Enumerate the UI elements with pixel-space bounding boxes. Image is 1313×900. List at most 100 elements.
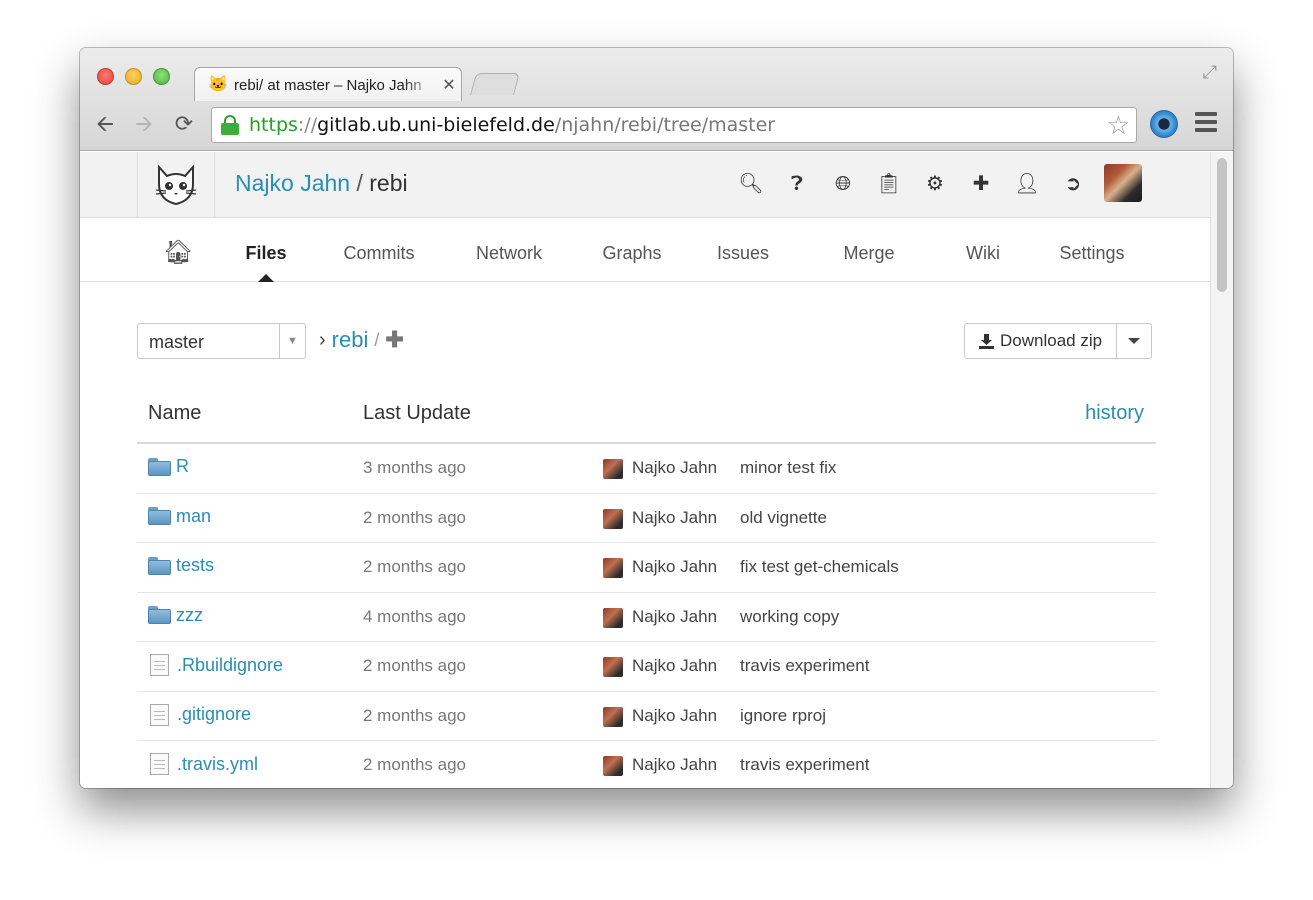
forward-button[interactable]: 🡪 <box>130 110 158 138</box>
file-icon <box>150 654 169 676</box>
file-name-link[interactable]: tests <box>176 555 214 576</box>
commit-message[interactable]: minor test fix <box>740 458 836 478</box>
table-row: .travis.yml 2 months ago Najko Jahn trav… <box>137 741 1156 788</box>
nav-home[interactable]: 🏠︎ <box>163 218 193 282</box>
snippets-icon[interactable]: 📋︎ <box>866 170 912 198</box>
vertical-scrollbar[interactable] <box>1210 152 1233 788</box>
commit-message[interactable]: travis experiment <box>740 755 869 775</box>
chevron-down-icon: ▼ <box>279 324 305 358</box>
profile-icon[interactable]: 👤︎ <box>1004 170 1050 198</box>
commit-message[interactable]: fix test get-chemicals <box>740 557 899 577</box>
browser-menu-icon[interactable] <box>1195 112 1217 134</box>
tab-graphs[interactable]: Graphs <box>594 218 670 282</box>
globe-icon[interactable]: 🌐︎ <box>820 170 866 198</box>
file-icon <box>150 753 169 775</box>
page-content: Najko Jahn / rebi 🔍︎ ❓︎ 🌐︎ 📋︎ ⚙ ✚ 👤︎ ➲ 🏠… <box>80 152 1210 788</box>
project-repo-name[interactable]: rebi <box>369 170 407 196</box>
author-avatar <box>603 459 623 479</box>
reload-button[interactable]: ⟳ <box>170 110 198 138</box>
help-icon[interactable]: ❓︎ <box>774 170 820 198</box>
title-separator: / <box>356 170 363 196</box>
gitlab-logo[interactable] <box>137 152 215 218</box>
commit-author[interactable]: Najko Jahn <box>632 508 717 528</box>
branch-select[interactable]: master ▼ <box>137 323 306 359</box>
history-link[interactable]: history <box>1085 402 1144 425</box>
address-bar[interactable]: https://gitlab.ub.uni-bielefeld.de/njahn… <box>211 107 1137 143</box>
download-zip-label: Download zip <box>1000 331 1103 350</box>
close-window-button[interactable] <box>97 68 114 85</box>
new-project-icon[interactable]: ✚ <box>958 170 1004 198</box>
commit-author[interactable]: Najko Jahn <box>632 458 717 478</box>
tab-commits[interactable]: Commits <box>334 218 424 282</box>
folder-icon <box>148 556 171 575</box>
download-button-group: Download zip <box>964 323 1153 359</box>
admin-gears-icon[interactable]: ⚙ <box>912 170 958 198</box>
bookmark-star-icon[interactable]: ☆ <box>1107 111 1130 139</box>
file-name-cell: tests <box>148 555 214 576</box>
search-icon[interactable]: 🔍︎ <box>728 170 774 198</box>
tab-merge[interactable]: Merge <box>836 218 902 282</box>
download-options-dropdown[interactable] <box>1117 324 1151 358</box>
table-body: R 3 months ago Najko Jahn minor test fix… <box>137 444 1156 788</box>
commit-message[interactable]: travis experiment <box>740 656 869 676</box>
file-name-cell: R <box>148 456 189 477</box>
last-update-date: 4 months ago <box>363 606 467 626</box>
extension-icon[interactable] <box>1150 110 1178 138</box>
table-row: zzz 4 months ago Najko Jahn working copy <box>137 593 1156 642</box>
commit-author[interactable]: Najko Jahn <box>632 557 717 577</box>
breadcrumb-separator: / <box>374 329 380 350</box>
tab-network[interactable]: Network <box>466 218 552 282</box>
last-update-date: 2 months ago <box>363 656 467 675</box>
table-header: Name Last Update history <box>137 388 1156 444</box>
tab-settings[interactable]: Settings <box>1052 218 1132 282</box>
url-path: /njahn/rebi/tree/master <box>554 114 776 136</box>
minimize-window-button[interactable] <box>125 68 142 85</box>
file-name-link[interactable]: .travis.yml <box>177 754 258 775</box>
logout-icon[interactable]: ➲ <box>1050 170 1096 198</box>
last-update-date: 2 months ago <box>363 705 467 725</box>
author-avatar <box>603 607 623 628</box>
zoom-window-button[interactable] <box>153 68 170 85</box>
tab-files[interactable]: Files <box>236 218 296 282</box>
file-name-link[interactable]: .gitignore <box>177 704 251 725</box>
add-file-icon[interactable]: ✚ <box>385 327 403 353</box>
main-nav: 🏠︎ Files Commits Network Graphs Issues M… <box>80 218 1210 282</box>
project-title: Najko Jahn / rebi <box>235 170 408 197</box>
secure-lock-icon <box>221 115 239 135</box>
file-name-link[interactable]: .Rbuildignore <box>177 655 283 676</box>
commit-message[interactable]: old vignette <box>740 508 827 528</box>
file-name-link[interactable]: man <box>176 506 211 527</box>
project-owner-link[interactable]: Najko Jahn <box>235 170 350 196</box>
breadcrumb: › rebi / ✚ <box>319 325 404 355</box>
url-text[interactable]: https://gitlab.ub.uni-bielefeld.de/njahn… <box>249 114 775 136</box>
caret-down-icon <box>1128 338 1141 344</box>
header-icon-bar: 🔍︎ ❓︎ 🌐︎ 📋︎ ⚙ ✚ 👤︎ ➲ <box>728 170 1096 198</box>
tab-wiki[interactable]: Wiki <box>958 218 1008 282</box>
tab-close-icon[interactable]: ✕ <box>440 75 458 95</box>
fullscreen-icon[interactable]: ⤢ <box>1203 62 1217 83</box>
back-button[interactable]: 🡨 <box>91 110 119 138</box>
file-table: Name Last Update history R 3 months ago … <box>137 388 1156 788</box>
commit-author[interactable]: Najko Jahn <box>632 706 717 726</box>
browser-window: 🐱 rebi/ at master – Najko Jahn ✕ ⤢ 🡨 🡪 ⟳… <box>80 48 1233 788</box>
breadcrumb-repo-link[interactable]: rebi <box>332 327 369 353</box>
user-avatar[interactable] <box>1104 164 1142 202</box>
file-name-link[interactable]: zzz <box>176 605 203 626</box>
tab-issues[interactable]: Issues <box>710 218 776 282</box>
commit-message[interactable]: working copy <box>740 607 839 627</box>
scrollbar-thumb[interactable] <box>1217 158 1227 292</box>
table-row: .Rbuildignore 2 months ago Najko Jahn tr… <box>137 642 1156 692</box>
commit-author[interactable]: Najko Jahn <box>632 755 717 775</box>
new-tab-button[interactable] <box>470 73 520 95</box>
download-zip-button[interactable]: Download zip <box>965 324 1118 358</box>
commit-message[interactable]: ignore rproj <box>740 706 826 726</box>
file-name-link[interactable]: R <box>176 456 189 477</box>
table-row: man 2 months ago Najko Jahn old vignette <box>137 494 1156 543</box>
commit-author[interactable]: Najko Jahn <box>632 656 717 676</box>
commit-author[interactable]: Najko Jahn <box>632 607 717 627</box>
column-last-update-header: Last Update <box>363 402 471 424</box>
app-header: Najko Jahn / rebi 🔍︎ ❓︎ 🌐︎ 📋︎ ⚙ ✚ 👤︎ ➲ <box>80 152 1210 218</box>
table-row: R 3 months ago Najko Jahn minor test fix <box>137 444 1156 494</box>
file-name-cell: .travis.yml <box>148 753 258 775</box>
column-name-header: Name <box>148 402 202 424</box>
